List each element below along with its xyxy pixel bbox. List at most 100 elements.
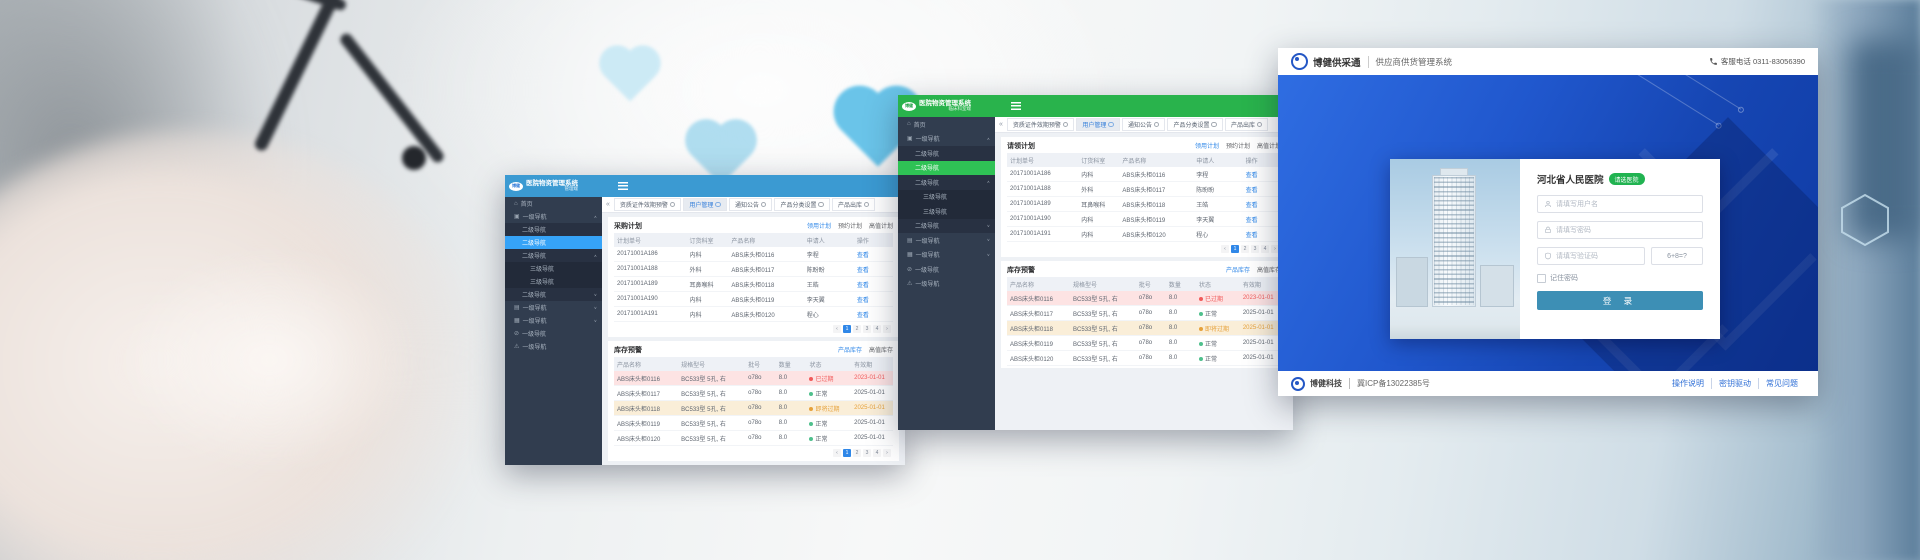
remember-checkbox[interactable] <box>1537 274 1546 283</box>
section-link[interactable]: 预约计划 <box>838 221 862 230</box>
sidebar-item[interactable]: ⊘一级导航 <box>898 262 995 277</box>
password-placeholder: 请填写密码 <box>1556 225 1591 235</box>
sidebar-item[interactable]: 二级导航∨ <box>505 288 602 301</box>
page-button[interactable]: 2 <box>853 325 861 333</box>
page-button[interactable]: 2 <box>853 449 861 457</box>
page-button[interactable]: 1 <box>843 449 851 457</box>
sidebar-item[interactable]: ▦一级导航∨ <box>505 314 602 327</box>
view-link[interactable]: 查看 <box>1246 218 1258 224</box>
sidebar-item[interactable]: ▣一级导航∧ <box>898 132 995 147</box>
tab-circle-icon <box>864 202 870 208</box>
page-button[interactable]: 4 <box>1261 245 1269 253</box>
section-link[interactable]: 领用计划 <box>1195 141 1219 150</box>
cell: BC533型 5孔, 右 <box>678 431 745 446</box>
sidebar-item[interactable]: 二级导航∨ <box>898 219 995 234</box>
view-link[interactable]: 查看 <box>1246 203 1258 209</box>
tab[interactable]: 产品分类设置 <box>1167 118 1223 131</box>
sidebar-item[interactable]: ⌂首页 <box>505 197 602 210</box>
view-link[interactable]: 查看 <box>857 268 869 274</box>
page-button[interactable]: 3 <box>863 449 871 457</box>
sidebar-item[interactable]: 三级导航 <box>505 262 602 275</box>
sidebar-item[interactable]: 二级导航 <box>898 161 995 176</box>
next-page-button[interactable]: › <box>883 449 891 457</box>
pagination: ‹1234› <box>1007 242 1281 255</box>
footer-link[interactable]: 密钥驱动 <box>1711 378 1758 389</box>
tab[interactable]: 通知公告 <box>1122 118 1166 131</box>
view-link[interactable]: 查看 <box>1246 173 1258 179</box>
sidebar-item[interactable]: 三级导航 <box>898 204 995 219</box>
status-dot-icon <box>809 422 813 426</box>
sidebar-item[interactable]: ⌂首页 <box>898 117 995 132</box>
view-link[interactable]: 查看 <box>857 253 869 259</box>
sidebar-item[interactable]: ▤一级导航∨ <box>898 233 995 248</box>
tab[interactable]: 产品出库 <box>1225 118 1269 131</box>
status-text: 已过期 <box>1205 297 1223 303</box>
tab-circle-icon <box>818 202 824 208</box>
cell: 20171001A189 <box>614 277 687 292</box>
section-link[interactable]: 高值计划 <box>869 221 893 230</box>
footer-link[interactable]: 常见问题 <box>1758 378 1805 389</box>
captcha-question[interactable]: 6+8=? <box>1651 247 1703 265</box>
sidebar-item[interactable]: 二级导航∧ <box>898 175 995 190</box>
sidebar-item[interactable]: ⚠一级导航 <box>505 340 602 353</box>
sidebar-item[interactable]: ⚠一级导航 <box>898 277 995 292</box>
sidebar-item[interactable]: 二级导航 <box>898 146 995 161</box>
login-button[interactable]: 登 录 <box>1537 291 1703 310</box>
sidebar-item[interactable]: 三级导航 <box>505 275 602 288</box>
cell: ABS床头柜0120 <box>614 431 678 446</box>
section-link[interactable]: 领用计划 <box>807 221 831 230</box>
tab[interactable]: 产品分类设置 <box>774 198 830 211</box>
tab[interactable]: 通知公告 <box>729 198 773 211</box>
page-button[interactable]: 2 <box>1241 245 1249 253</box>
captcha-field[interactable]: 请填写验证码 <box>1537 247 1645 265</box>
username-field[interactable]: 请填写用户名 <box>1537 195 1703 213</box>
expiry-cell: 2025-01-01 <box>1240 351 1281 366</box>
password-field[interactable]: 请填写密码 <box>1537 221 1703 239</box>
cell: ABS床头柜0118 <box>614 401 678 416</box>
tab[interactable]: 用户管理 <box>1076 118 1120 131</box>
section-link[interactable]: 预约计划 <box>1226 141 1250 150</box>
view-link[interactable]: 查看 <box>857 313 869 319</box>
hamburger-menu-icon[interactable] <box>618 182 628 190</box>
tab[interactable]: 资质证件效期预警 <box>1007 118 1075 131</box>
page-button[interactable]: 3 <box>1251 245 1259 253</box>
hamburger-menu-icon[interactable] <box>1011 102 1021 110</box>
view-link[interactable]: 查看 <box>857 283 869 289</box>
prev-page-button[interactable]: ‹ <box>833 325 841 333</box>
tab[interactable]: 资质证件效期预警 <box>614 198 682 211</box>
status-text: 正常 <box>1205 312 1217 318</box>
sidebar-item[interactable]: ▣一级导航∧ <box>505 210 602 223</box>
page-button[interactable]: 1 <box>843 325 851 333</box>
page-button[interactable]: 4 <box>873 325 881 333</box>
cell: 查看 <box>1243 197 1281 212</box>
view-link[interactable]: 查看 <box>1246 233 1258 239</box>
tab[interactable]: 用户管理 <box>683 198 727 211</box>
table-row: ABS床头柜0118BC533型 5孔, 右o78o8.0即将过期2025-01… <box>614 401 893 416</box>
sidebar-item[interactable]: 二级导航 <box>505 236 602 249</box>
prev-page-button[interactable]: ‹ <box>833 449 841 457</box>
user-icon <box>1544 200 1552 208</box>
sidebar-item-label: 二级导航 <box>915 178 939 187</box>
sidebar-item[interactable]: ▦一级导航∨ <box>898 248 995 263</box>
sidebar-item[interactable]: 三级导航 <box>898 190 995 205</box>
page-button[interactable]: 3 <box>863 325 871 333</box>
collapse-tabs-icon[interactable]: « <box>606 201 610 208</box>
view-link[interactable]: 查看 <box>1246 188 1258 194</box>
sidebar-item[interactable]: 二级导航∧ <box>505 249 602 262</box>
tab[interactable]: 产品出库 <box>832 198 876 211</box>
page-button[interactable]: 4 <box>873 449 881 457</box>
sidebar-item[interactable]: ⊘一级导航 <box>505 327 602 340</box>
select-hospital-badge[interactable]: 请选医院 <box>1609 173 1645 185</box>
view-link[interactable]: 查看 <box>857 298 869 304</box>
section-link[interactable]: 高值库存 <box>869 345 893 354</box>
page-button[interactable]: 1 <box>1231 245 1239 253</box>
column-header: 有效期 <box>1240 277 1281 291</box>
sidebar-item[interactable]: 二级导航 <box>505 223 602 236</box>
collapse-tabs-icon[interactable]: « <box>999 121 1003 128</box>
section-link[interactable]: 产品库存 <box>1226 265 1250 274</box>
next-page-button[interactable]: › <box>883 325 891 333</box>
footer-link[interactable]: 操作说明 <box>1665 378 1711 389</box>
prev-page-button[interactable]: ‹ <box>1221 245 1229 253</box>
section-link[interactable]: 产品库存 <box>838 345 862 354</box>
sidebar-item[interactable]: ▤一级导航∨ <box>505 301 602 314</box>
